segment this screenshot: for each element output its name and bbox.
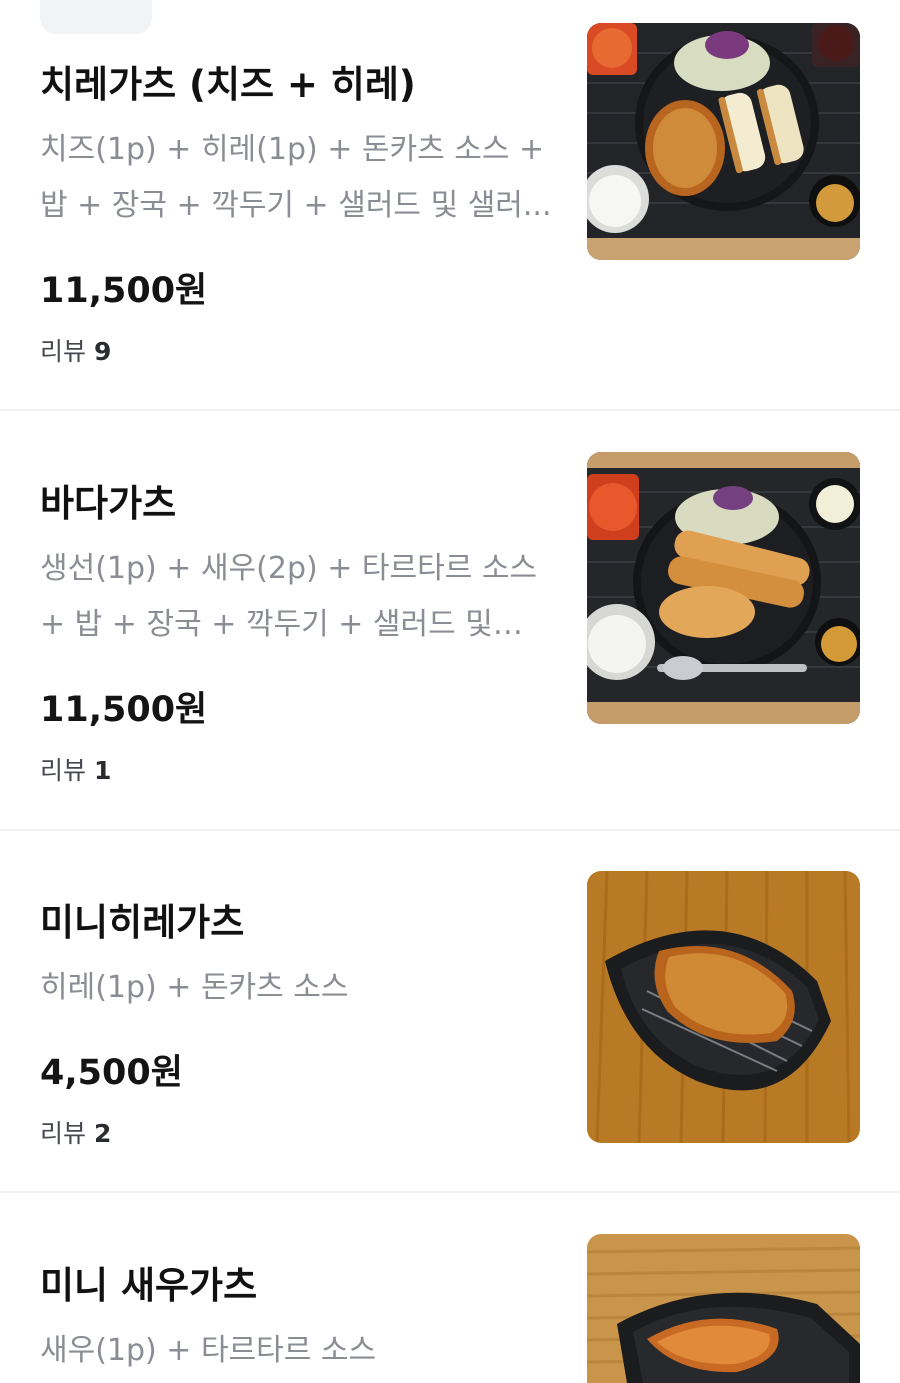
menu-item-description: 새우(1p) + 타르타르 소스	[40, 1333, 377, 1368]
menu-item-description: 생선(1p) + 새우(2p) + 타르타르 소스 + 밥 + 장국 + 깍두기…	[40, 551, 538, 642]
menu-item-price: 4,500원	[40, 1053, 183, 1093]
review-label: 리뷰	[40, 337, 87, 366]
mini-hire-katsu-photo[interactable]	[587, 871, 860, 1143]
menu-item-price: 11,500원	[40, 271, 208, 311]
menu-item-description: 히레(1p) + 돈카츠 소스	[40, 970, 349, 1005]
seafood-katsu-photo[interactable]	[587, 452, 860, 724]
menu-item[interactable]: 미니히레가츠 히레(1p) + 돈카츠 소스 4,500원 리뷰 2	[0, 831, 900, 1191]
review-count: 2	[93, 1119, 112, 1148]
menu-item[interactable]: 바다가츠 생선(1p) + 새우(2p) + 타르타르 소스 + 밥 + 장국 …	[0, 411, 900, 829]
menu-item-name: 미니히레가츠	[40, 901, 245, 944]
review-count: 1	[93, 756, 112, 785]
menu-item-name: 미니 새우가츠	[40, 1264, 258, 1307]
menu-item-price: 11,500원	[40, 690, 208, 730]
menu-item-name: 치레가츠 (치즈 + 히레)	[40, 63, 416, 106]
menu-item-description: 치즈(1p) + 히레(1p) + 돈카츠 소스 + 밥 + 장국 + 깍두기 …	[40, 132, 552, 223]
review-label: 리뷰	[40, 1119, 87, 1148]
menu-item[interactable]: 치레가츠 (치즈 + 히레) 치즈(1p) + 히레(1p) + 돈카츠 소스 …	[0, 0, 900, 410]
menu-item-reviews: 리뷰 2	[40, 1114, 111, 1150]
review-label: 리뷰	[40, 756, 87, 785]
review-count: 9	[93, 337, 112, 366]
menu-item-name: 바다가츠	[40, 482, 177, 525]
menu-item[interactable]: 미니 새우가츠 새우(1p) + 타르타르 소스	[0, 1193, 900, 1383]
mini-shrimp-katsu-photo[interactable]	[587, 1234, 860, 1383]
menu-item-reviews: 리뷰 9	[40, 332, 111, 368]
cheese-hire-katsu-photo[interactable]	[587, 23, 860, 260]
menu-item-reviews: 리뷰 1	[40, 751, 111, 787]
